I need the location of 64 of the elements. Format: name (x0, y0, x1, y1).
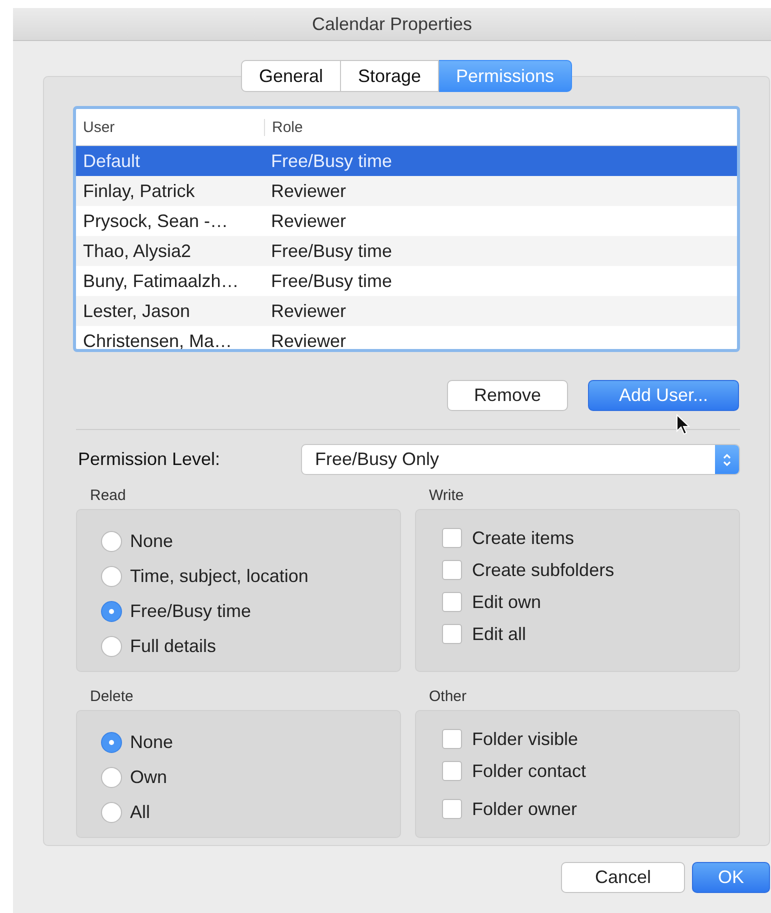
group-title: Other (428, 688, 468, 705)
window-title: Calendar Properties (312, 14, 472, 34)
radio-button[interactable] (101, 767, 122, 788)
checkbox[interactable] (442, 729, 462, 749)
option-label: Folder owner (472, 798, 578, 820)
column-header[interactable]: User (76, 118, 264, 136)
checkbox[interactable] (442, 761, 462, 781)
option-label: None (130, 531, 174, 552)
table-cell-text: Prysock, Sean -… (82, 210, 230, 232)
option-label: Own (130, 767, 168, 788)
radio-button[interactable] (101, 636, 122, 657)
radio-button[interactable] (101, 566, 122, 587)
tab[interactable]: General (240, 60, 341, 92)
cancel-button[interactable]: Cancel (561, 862, 685, 893)
checkbox[interactable] (442, 799, 462, 819)
option-label: All (130, 802, 150, 823)
option-label: Create items (472, 528, 574, 548)
user-row[interactable]: Christensen, Ma… Reviewer (76, 326, 737, 349)
permission-level-dropdown[interactable]: Free/Busy Only (301, 444, 740, 475)
user-row[interactable]: Finlay, Patrick Reviewer (76, 176, 737, 206)
radio-button[interactable] (101, 802, 122, 823)
user-row[interactable]: Prysock, Sean -… Reviewer (76, 206, 737, 236)
option-label: None (130, 732, 174, 753)
option-label: Time, subject, location (130, 566, 308, 587)
column-header[interactable]: Role (264, 118, 303, 136)
permission-level-label: Permission Level: (77, 449, 222, 470)
tab[interactable]: Storage (340, 60, 440, 92)
checkbox[interactable] (442, 560, 462, 580)
option-label: Edit all (472, 624, 526, 644)
user-row[interactable]: Lester, Jason Reviewer (76, 296, 737, 326)
option-label: Edit own (472, 592, 542, 612)
user-row[interactable]: Buny, Fatimaalzh… Free/Busy time (76, 266, 737, 296)
table-cell-text: Free/Busy time (270, 240, 392, 262)
radio-button[interactable] (101, 601, 122, 622)
option-label: Full details (130, 636, 216, 657)
table-cell-text: Lester, Jason (82, 300, 192, 322)
option-label: Free/Busy time (130, 601, 252, 622)
table-cell-text: Reviewer (270, 180, 346, 202)
table-cell-text: Reviewer (270, 330, 346, 349)
table-cell-text: Default (82, 150, 142, 172)
table-cell-text: Christensen, Ma… (82, 330, 234, 349)
table-cell-text: Buny, Fatimaalzh… (82, 270, 240, 292)
option-label: Create subfolders (472, 560, 614, 580)
table-cell-text: Free/Busy time (270, 270, 392, 292)
checkbox[interactable] (442, 624, 462, 644)
radio-button[interactable] (101, 531, 122, 552)
option-label: Folder visible (472, 728, 578, 750)
checkbox[interactable] (442, 528, 462, 548)
stepper-icon (722, 452, 732, 468)
pointer-icon (676, 414, 690, 436)
group-title: Read (89, 487, 127, 504)
table-cell-text: Free/Busy time (270, 150, 392, 172)
user-row[interactable]: Thao, Alysia2 Free/Busy time (76, 236, 737, 266)
group-title: Delete (89, 688, 134, 705)
option-label: Folder contact (472, 760, 586, 782)
table-cell-text: Finlay, Patrick (82, 180, 196, 202)
remove-button[interactable]: Remove (447, 380, 568, 411)
table-cell-text: Reviewer (270, 300, 346, 322)
checkbox[interactable] (442, 592, 462, 612)
table-cell-text: Reviewer (270, 210, 346, 232)
user-row[interactable]: Default Free/Busy time (76, 146, 737, 176)
radio-button[interactable] (101, 732, 122, 753)
table-cell-text: Thao, Alysia2 (82, 240, 192, 262)
group-title: Write (428, 487, 465, 504)
